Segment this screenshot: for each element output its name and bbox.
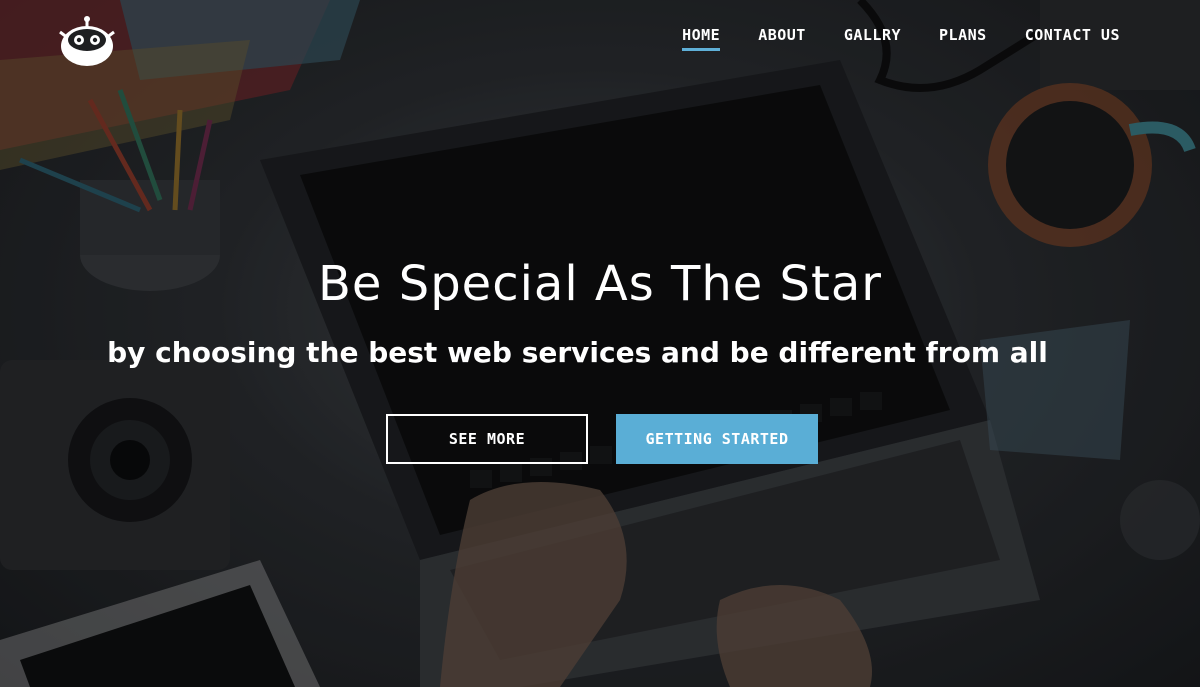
nav-item-gallery[interactable]: GALLRY: [844, 26, 901, 51]
hero-subheadline: by choosing the best web services and be…: [107, 336, 1048, 369]
hero-section: HOME ABOUT GALLRY PLANS CONTACT US Be Sp…: [0, 0, 1200, 687]
see-more-button[interactable]: SEE MORE: [386, 414, 588, 464]
getting-started-button[interactable]: GETTING STARTED: [616, 414, 818, 464]
robot-logo-icon[interactable]: [58, 14, 116, 68]
nav-item-contact-us[interactable]: CONTACT US: [1025, 26, 1120, 51]
nav-item-home[interactable]: HOME: [682, 26, 721, 51]
hero-headline: Be Special As The Star: [318, 256, 882, 312]
nav-item-about[interactable]: ABOUT: [758, 26, 806, 51]
main-nav: HOME ABOUT GALLRY PLANS CONTACT US: [682, 26, 1120, 51]
nav-item-plans[interactable]: PLANS: [939, 26, 987, 51]
